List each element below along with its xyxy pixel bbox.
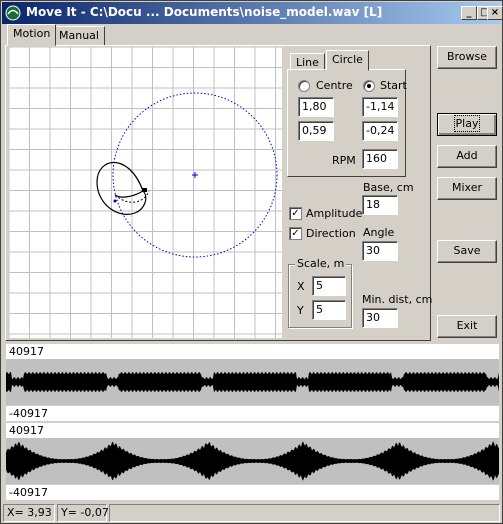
- angle-label: Angle: [363, 226, 395, 239]
- title-bar[interactable]: Move It - C:\Docu ... Documents\noise_mo…: [2, 2, 503, 24]
- centre-label: Centre: [316, 79, 353, 92]
- base-label: Base, cm: [363, 181, 414, 194]
- rpm-field[interactable]: 160: [362, 149, 398, 169]
- scale-title: Scale, m: [295, 257, 347, 270]
- tab-manual[interactable]: Manual: [53, 26, 105, 46]
- start-marker: [113, 199, 117, 203]
- trajectory-plot[interactable]: [9, 47, 282, 338]
- browse-button[interactable]: Browse: [437, 46, 497, 69]
- scale-x-label: X: [297, 280, 305, 293]
- wave2-min-label: -40917: [6, 485, 499, 500]
- start-label: Start: [380, 79, 407, 92]
- play-button[interactable]: Play: [437, 113, 497, 136]
- centre-radio[interactable]: [298, 80, 310, 92]
- mixer-button[interactable]: Mixer: [437, 177, 497, 200]
- plot-grid: [9, 47, 282, 338]
- tab-motion[interactable]: Motion: [7, 24, 57, 46]
- direction-checkbox[interactable]: ✓: [289, 227, 302, 240]
- start-radio[interactable]: [363, 80, 375, 92]
- angle-field[interactable]: 30: [362, 241, 398, 261]
- tab-circle[interactable]: Circle: [326, 50, 369, 71]
- centre-y-field[interactable]: 0,59: [298, 121, 334, 141]
- direction-label: Direction: [306, 227, 356, 240]
- min-dist-label: Min. dist, cm: [362, 293, 433, 306]
- rpm-label: RPM: [332, 154, 356, 167]
- exit-button[interactable]: Exit: [437, 315, 497, 338]
- scale-y-field[interactable]: 5: [312, 300, 346, 320]
- min-dist-field[interactable]: 30: [362, 308, 398, 328]
- start-x-field[interactable]: -1,14: [362, 97, 398, 117]
- close-button[interactable]: ×: [487, 6, 503, 20]
- play-button-label: Play: [453, 115, 481, 132]
- save-button[interactable]: Save: [437, 240, 497, 263]
- wave1-min-label: -40917: [6, 406, 499, 421]
- check-icon: ✓: [291, 208, 300, 219]
- status-y: Y= -0,07: [57, 504, 109, 522]
- status-x: X= 3,93: [3, 504, 55, 522]
- scale-y-label: Y: [297, 304, 304, 317]
- wave1-max-label: 40917: [6, 344, 499, 359]
- wave2-max-label: 40917: [6, 423, 499, 438]
- scale-x-field[interactable]: 5: [312, 276, 346, 296]
- waveform-2[interactable]: [6, 438, 499, 484]
- add-button[interactable]: Add: [437, 145, 497, 168]
- check-icon: ✓: [291, 228, 300, 239]
- waveform-1[interactable]: [6, 359, 499, 405]
- minimize-button[interactable]: _: [461, 6, 477, 20]
- amplitude-label: Amplitude: [306, 207, 363, 220]
- start-y-field[interactable]: -0,24: [362, 121, 398, 141]
- centre-marker: [192, 172, 198, 178]
- app-icon: [5, 5, 21, 21]
- centre-x-field[interactable]: 1,80: [298, 97, 334, 117]
- status-empty: [109, 504, 500, 522]
- source-marker: [142, 188, 147, 192]
- base-field[interactable]: 18: [362, 195, 398, 215]
- window-title: Move It - C:\Docu ... Documents\noise_mo…: [26, 5, 383, 19]
- amplitude-checkbox[interactable]: ✓: [289, 207, 302, 220]
- app-window: Move It - C:\Docu ... Documents\noise_mo…: [0, 0, 503, 524]
